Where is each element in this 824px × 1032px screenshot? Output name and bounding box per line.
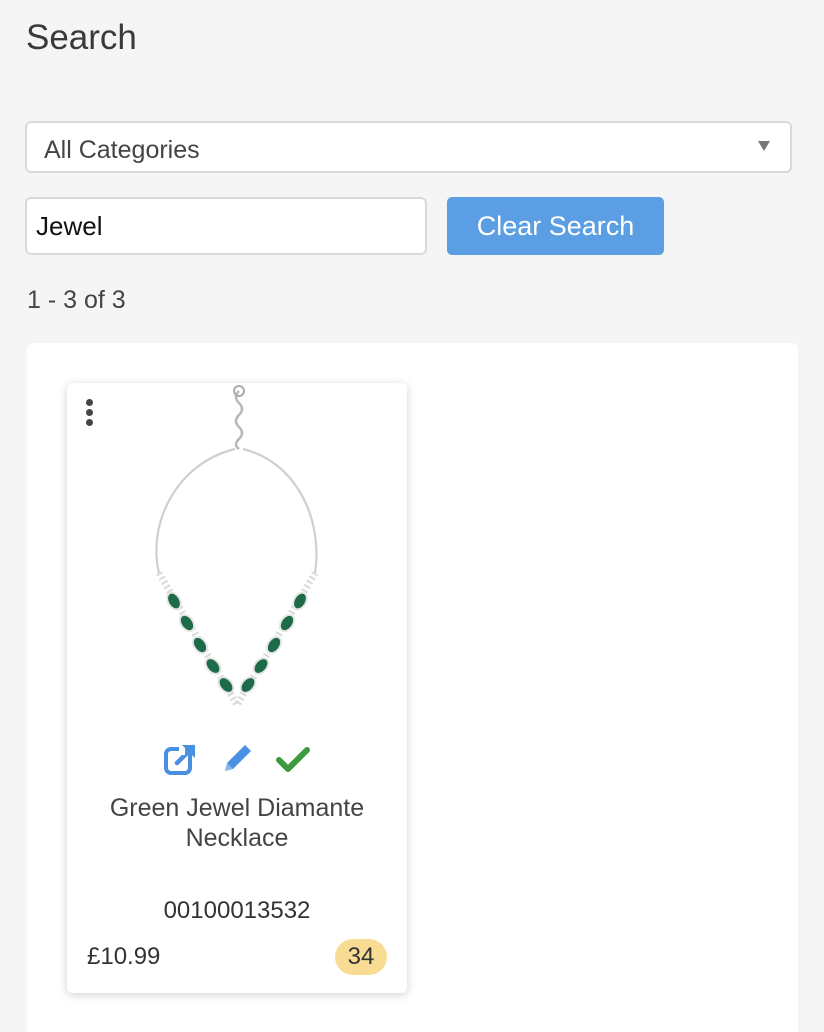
pencil-icon[interactable]	[219, 741, 255, 777]
category-select-value: All Categories	[44, 136, 200, 164]
necklace-image	[155, 385, 319, 712]
product-actions	[163, 741, 313, 781]
product-price: £10.99	[87, 943, 161, 970]
results-panel: Green Jewel Diamante Necklace 0010001353…	[27, 343, 798, 1032]
search-input[interactable]	[25, 197, 427, 255]
category-select[interactable]: All Categories	[25, 121, 792, 173]
page-title: Search	[26, 18, 137, 57]
stock-badge: 34	[335, 939, 387, 975]
more-options-icon[interactable]	[81, 399, 97, 427]
external-link-icon[interactable]	[163, 741, 199, 777]
product-name[interactable]: Green Jewel Diamante Necklace	[87, 793, 387, 853]
product-sku: 00100013532	[163, 897, 311, 924]
clear-search-button[interactable]: Clear Search	[447, 197, 664, 255]
check-icon[interactable]	[275, 741, 311, 777]
product-card[interactable]: Green Jewel Diamante Necklace 0010001353…	[67, 383, 407, 993]
chevron-down-icon	[758, 141, 770, 151]
result-count: 1 - 3 of 3	[27, 286, 126, 314]
search-page: Search All Categories Clear Search 1 - 3…	[0, 0, 824, 1032]
